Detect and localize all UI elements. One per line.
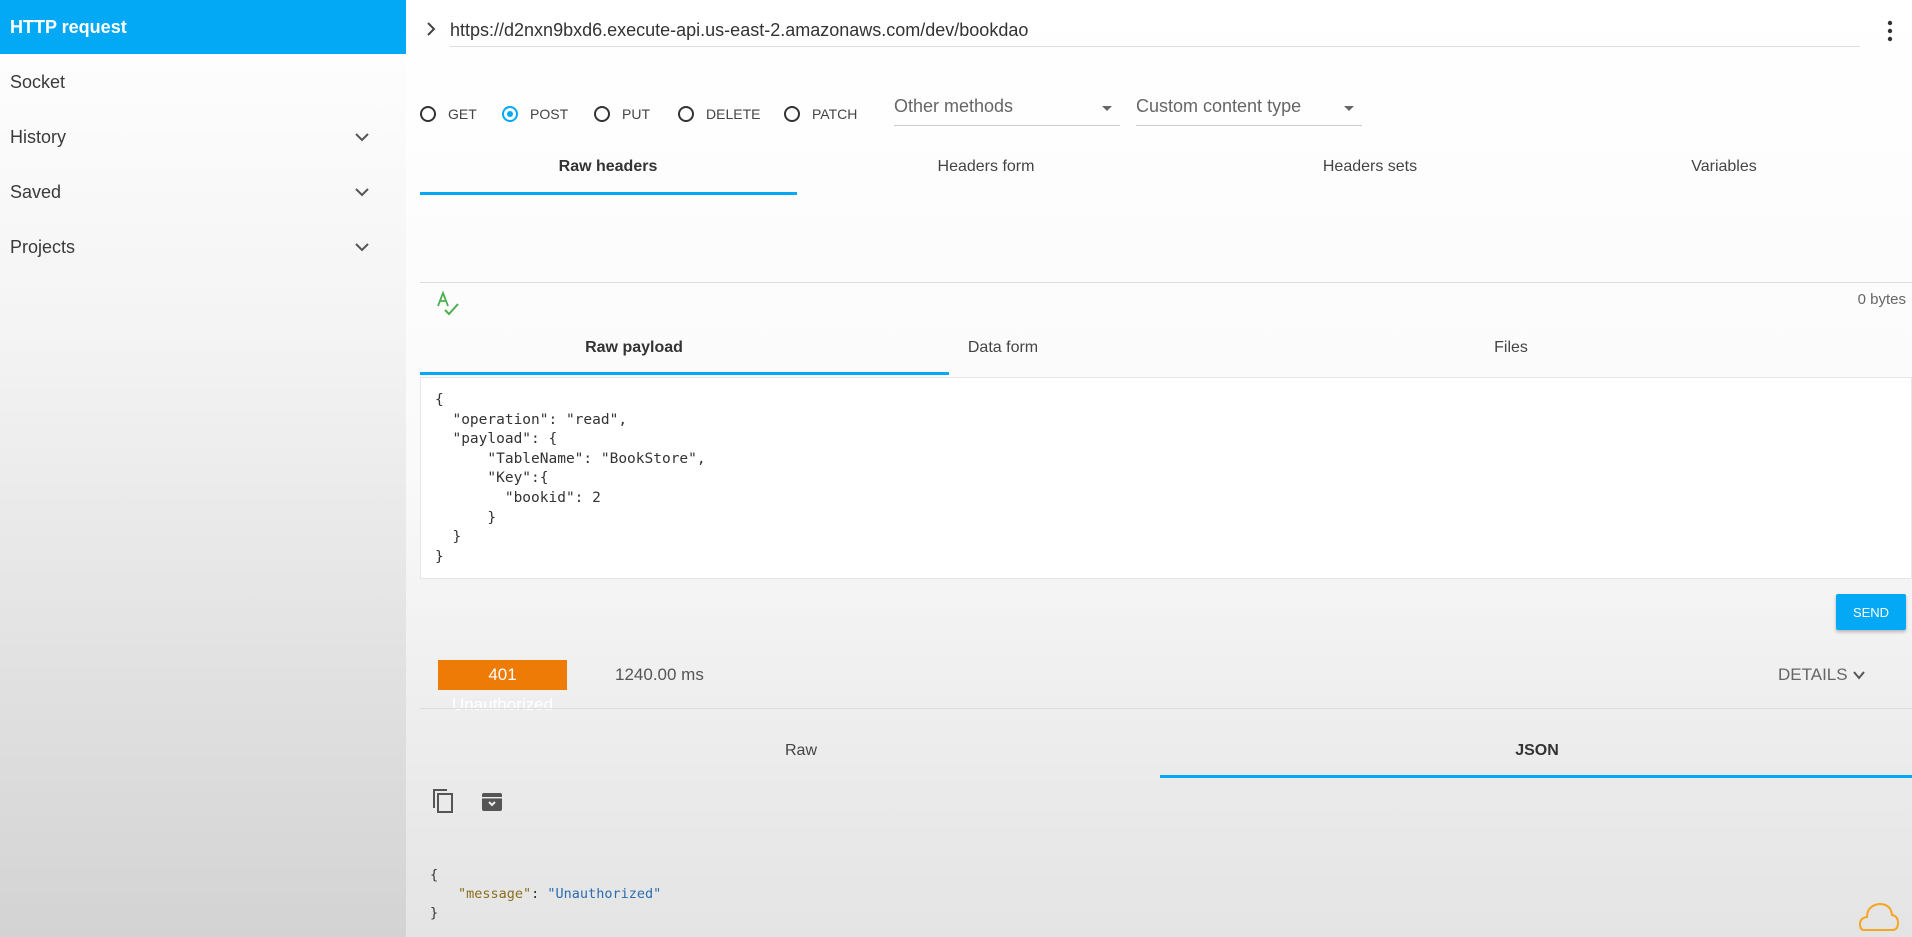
method-radio-put[interactable]: PUT <box>594 106 650 122</box>
details-toggle[interactable]: DETAILS <box>1778 665 1866 685</box>
method-radio-post[interactable]: POST <box>502 106 568 122</box>
method-label: PUT <box>622 106 650 122</box>
radio-circle <box>678 106 694 122</box>
send-button[interactable]: SEND <box>1836 594 1906 630</box>
tab-response-json[interactable]: JSON <box>1160 742 1912 760</box>
method-radio-delete[interactable]: DELETE <box>678 106 760 122</box>
dropdown-caret-icon <box>1102 106 1112 111</box>
response-json: { "message": "Unauthorized" } <box>430 866 661 923</box>
sidebar-item-saved[interactable]: Saved <box>0 165 406 219</box>
tab-headers-form[interactable]: Headers form <box>798 158 1174 176</box>
response-time: 1240.00 ms <box>615 665 704 684</box>
method-radio-get[interactable]: GET <box>420 106 477 122</box>
sidebar-item-label: Projects <box>10 236 76 257</box>
logo-watermark <box>1858 902 1900 931</box>
json-brace: } <box>430 905 439 921</box>
divider <box>420 282 1912 283</box>
radio-circle <box>784 106 800 122</box>
dropdown-value: Custom content type <box>1136 96 1302 116</box>
method-label: PATCH <box>812 106 858 122</box>
json-line: "message": "Unauthorized" <box>430 885 661 904</box>
sidebar-item-history[interactable]: History <box>0 110 406 164</box>
radio-circle <box>594 106 610 122</box>
sidebar: HTTP request Socket History Saved Projec… <box>0 0 406 937</box>
method-label: GET <box>448 106 477 122</box>
json-value: "Unauthorized" <box>547 886 662 902</box>
radio-circle <box>502 106 518 122</box>
json-key: "message" <box>458 886 532 902</box>
sidebar-item-label: Socket <box>10 71 66 92</box>
archive-icon[interactable] <box>480 790 504 814</box>
payload-editor[interactable]: { "operation": "read", "payload": { "Tab… <box>420 377 1912 579</box>
tab-variables[interactable]: Variables <box>1536 158 1912 176</box>
request-panel: GET POST PUT DELETE PATCH Other methods … <box>406 0 1912 937</box>
chevron-down-icon[interactable] <box>352 182 372 202</box>
tab-indicator <box>420 372 949 375</box>
method-label: POST <box>530 106 569 122</box>
tab-response-raw[interactable]: Raw <box>420 742 1182 760</box>
tab-raw-headers[interactable]: Raw headers <box>420 158 796 176</box>
other-methods-dropdown[interactable]: Other methods <box>894 96 1120 126</box>
copy-icon[interactable] <box>430 788 456 816</box>
chevron-down-icon <box>1852 671 1865 680</box>
chevron-down-icon[interactable] <box>352 237 372 257</box>
json-colon: : <box>531 886 548 902</box>
sidebar-item-label: HTTP request <box>10 16 127 37</box>
dropdown-value: Other methods <box>894 96 1014 116</box>
details-label: DETAILS <box>1778 665 1848 684</box>
spellcheck-icon[interactable] <box>436 290 460 316</box>
tab-headers-sets[interactable]: Headers sets <box>1182 158 1558 176</box>
tab-indicator <box>420 192 797 195</box>
divider <box>420 708 1912 709</box>
tab-files[interactable]: Files <box>1376 339 1646 357</box>
sidebar-item-label: History <box>10 126 67 147</box>
tab-data-form[interactable]: Data form <box>868 339 1138 357</box>
method-label: DELETE <box>706 106 761 122</box>
dropdown-caret-icon <box>1344 106 1354 111</box>
sidebar-item-label: Saved <box>10 181 62 202</box>
content-type-dropdown[interactable]: Custom content type <box>1136 96 1362 126</box>
status-badge: 401 Unauthorized <box>438 660 567 714</box>
json-brace: { <box>430 867 439 883</box>
chevron-right-icon[interactable] <box>422 20 440 38</box>
method-radio-patch[interactable]: PATCH <box>784 106 857 122</box>
payload-size: 0 bytes <box>1857 291 1906 308</box>
more-vert-icon[interactable] <box>1886 20 1894 42</box>
tab-raw-payload[interactable]: Raw payload <box>420 339 848 357</box>
radio-circle <box>420 106 436 122</box>
chevron-down-icon[interactable] <box>352 127 372 147</box>
sidebar-item-socket[interactable]: Socket <box>0 55 406 109</box>
sidebar-item-http-request[interactable]: HTTP request <box>0 0 406 54</box>
tab-indicator <box>1160 775 1912 778</box>
url-input[interactable] <box>450 14 1860 47</box>
sidebar-item-projects[interactable]: Projects <box>0 220 406 274</box>
